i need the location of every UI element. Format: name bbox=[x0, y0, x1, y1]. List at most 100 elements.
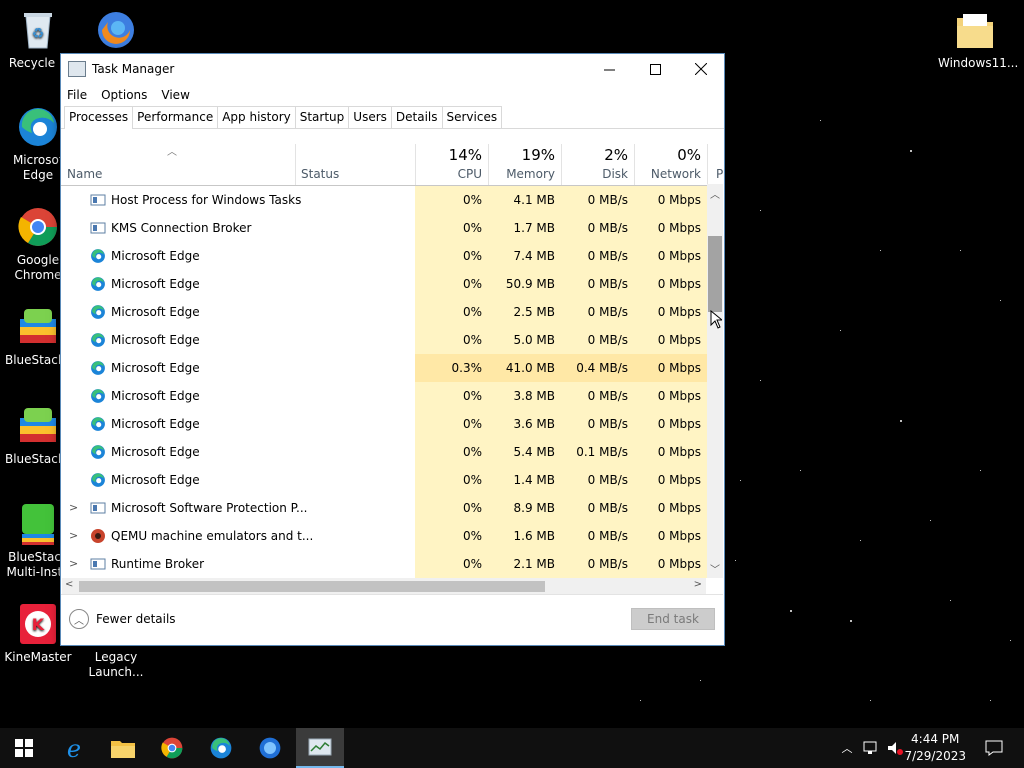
action-center-button[interactable] bbox=[970, 728, 1018, 768]
menu-options[interactable]: Options bbox=[101, 88, 147, 102]
process-cpu: 0% bbox=[415, 326, 488, 354]
fewer-details-button[interactable]: ︿ Fewer details bbox=[69, 609, 176, 629]
close-button[interactable] bbox=[678, 54, 724, 84]
star bbox=[850, 620, 852, 622]
table-row[interactable]: Host Process for Windows Tasks 0% 4.1 MB 0 … bbox=[61, 186, 711, 214]
tab-users[interactable]: Users bbox=[348, 106, 392, 128]
menu-view[interactable]: View bbox=[161, 88, 189, 102]
expand-chevron-icon[interactable]: > bbox=[69, 522, 78, 550]
process-name: Microsoft Edge bbox=[111, 305, 200, 319]
taskbar-firefox[interactable] bbox=[246, 728, 294, 768]
column-usage-percent: 0% bbox=[677, 146, 701, 164]
taskbar-task-manager[interactable] bbox=[296, 728, 344, 768]
process-memory: 4.1 MB bbox=[488, 186, 561, 214]
edge-icon bbox=[90, 472, 106, 488]
scroll-down-icon[interactable]: ﹀ bbox=[710, 561, 720, 576]
process-disk: 0.1 MB/s bbox=[561, 438, 634, 466]
table-row[interactable]: Microsoft Edge 0% 50.9 MB 0 MB/s 0 Mbps bbox=[61, 270, 711, 298]
table-row[interactable]: Microsoft Edge 0% 7.4 MB 0 MB/s 0 Mbps bbox=[61, 242, 711, 270]
desktop-icon-folder[interactable]: Windows11... bbox=[938, 8, 1018, 71]
task-manager-window[interactable]: Task Manager File Options View Processes… bbox=[60, 53, 725, 646]
start-button[interactable] bbox=[0, 728, 48, 768]
column-header-disk[interactable]: 2% Disk bbox=[561, 144, 635, 185]
expand-chevron-icon[interactable]: > bbox=[69, 550, 78, 578]
tab-performance[interactable]: Performance bbox=[132, 106, 219, 128]
column-header-status[interactable]: Status bbox=[295, 144, 416, 185]
table-row[interactable]: Microsoft Edge 0% 2.5 MB 0 MB/s 0 Mbps bbox=[61, 298, 711, 326]
taskbar-clock[interactable]: 4:44 PM 7/29/2023 bbox=[904, 731, 966, 765]
table-row[interactable]: Microsoft Edge 0% 5.0 MB 0 MB/s 0 Mbps bbox=[61, 326, 711, 354]
menu-file[interactable]: File bbox=[67, 88, 87, 102]
qemu-icon bbox=[90, 528, 106, 544]
column-label: Disk bbox=[602, 167, 628, 181]
minimize-button[interactable] bbox=[586, 54, 632, 84]
scroll-up-icon[interactable]: ︿ bbox=[710, 186, 720, 201]
column-header-network[interactable]: 0% Network bbox=[634, 144, 708, 185]
process-cpu: 0% bbox=[415, 186, 488, 214]
tab-processes[interactable]: Processes bbox=[64, 106, 134, 129]
column-header-memory[interactable]: 19% Memory bbox=[488, 144, 562, 185]
vertical-scrollbar[interactable]: ︿ ﹀ bbox=[707, 184, 723, 578]
process-name: Microsoft Edge bbox=[111, 389, 200, 403]
taskbar: e ︿ 4:44 PM 7/29/2023 bbox=[0, 728, 1024, 768]
desktop-icon-label: Legacy Launch... bbox=[88, 650, 144, 679]
process-network: 0 Mbps bbox=[634, 298, 707, 326]
horizontal-scrollbar[interactable]: < > bbox=[62, 578, 706, 595]
table-row[interactable]: > Microsoft Software Protection P... 0% 8.9… bbox=[61, 494, 711, 522]
bluestacks-icon bbox=[16, 305, 60, 349]
show-hidden-icons-icon[interactable]: ︿ bbox=[838, 740, 856, 756]
scroll-right-icon[interactable]: > bbox=[694, 579, 702, 590]
horizontal-scroll-thumb[interactable] bbox=[79, 581, 545, 592]
tab-services[interactable]: Services bbox=[441, 106, 503, 128]
tab-details[interactable]: Details bbox=[390, 106, 443, 128]
process-memory: 2.5 MB bbox=[488, 298, 561, 326]
table-row[interactable]: Microsoft Edge 0% 5.4 MB 0.1 MB/s 0 Mbps bbox=[61, 438, 711, 466]
process-cpu: 0% bbox=[415, 382, 488, 410]
desktop-icon-firefox-dev[interactable] bbox=[79, 8, 153, 56]
table-row[interactable]: > QEMU machine emulators and t... 0% 1.6 MB… bbox=[61, 522, 711, 550]
tab-app-history[interactable]: App history bbox=[217, 106, 296, 128]
table-row[interactable]: Microsoft Edge 0% 3.8 MB 0 MB/s 0 Mbps bbox=[61, 382, 711, 410]
star bbox=[910, 150, 912, 152]
taskbar-file-explorer[interactable] bbox=[99, 728, 147, 768]
table-row[interactable]: KMS Connection Broker 0% 1.7 MB 0 MB/s 0 Mbp… bbox=[61, 214, 711, 242]
folder-icon bbox=[953, 8, 997, 52]
taskbar-internet-explorer[interactable]: e bbox=[50, 728, 98, 768]
process-memory: 5.4 MB bbox=[488, 438, 561, 466]
tab-startup[interactable]: Startup bbox=[294, 106, 350, 128]
star bbox=[930, 520, 931, 521]
clock-date: 7/29/2023 bbox=[904, 749, 966, 763]
process-name: Microsoft Edge bbox=[111, 333, 200, 347]
star bbox=[880, 250, 881, 251]
star bbox=[870, 700, 871, 701]
taskbar-edge[interactable] bbox=[197, 728, 245, 768]
star bbox=[800, 470, 801, 471]
star bbox=[760, 380, 761, 381]
file-explorer-icon bbox=[111, 741, 135, 758]
taskbar-chrome[interactable] bbox=[148, 728, 196, 768]
expand-chevron-icon[interactable]: > bbox=[69, 494, 78, 522]
end-task-button[interactable]: End task bbox=[631, 608, 715, 630]
edge-icon bbox=[90, 444, 106, 460]
scroll-left-icon[interactable]: < bbox=[65, 579, 73, 590]
vertical-scroll-thumb[interactable] bbox=[708, 236, 722, 312]
process-name: QEMU machine emulators and t... bbox=[111, 529, 314, 543]
bluestacks-multi-icon bbox=[16, 502, 60, 546]
column-header-name[interactable]: ︿ Name bbox=[61, 144, 296, 185]
volume-muted-icon[interactable] bbox=[886, 740, 904, 756]
table-row[interactable]: > Runtime Broker 0% 2.1 MB 0 MB/s 0 Mbps bbox=[61, 550, 711, 578]
star bbox=[840, 330, 841, 331]
table-row[interactable]: Microsoft Edge 0.3% 41.0 MB 0.4 MB/s 0 Mbps bbox=[61, 354, 711, 382]
title-bar[interactable]: Task Manager bbox=[61, 54, 724, 84]
column-header-cpu[interactable]: 14% CPU bbox=[415, 144, 489, 185]
column-label: Status bbox=[301, 167, 340, 181]
column-header-power[interactable]: P bbox=[707, 144, 723, 185]
table-row[interactable]: Microsoft Edge 0% 1.4 MB 0 MB/s 0 Mbps bbox=[61, 466, 711, 494]
process-cpu: 0% bbox=[415, 522, 488, 550]
process-cpu: 0% bbox=[415, 438, 488, 466]
process-network: 0 Mbps bbox=[634, 410, 707, 438]
network-icon[interactable] bbox=[862, 740, 880, 756]
internet-explorer-icon: e bbox=[67, 735, 81, 761]
maximize-button[interactable] bbox=[632, 54, 678, 84]
table-row[interactable]: Microsoft Edge 0% 3.6 MB 0 MB/s 0 Mbps bbox=[61, 410, 711, 438]
